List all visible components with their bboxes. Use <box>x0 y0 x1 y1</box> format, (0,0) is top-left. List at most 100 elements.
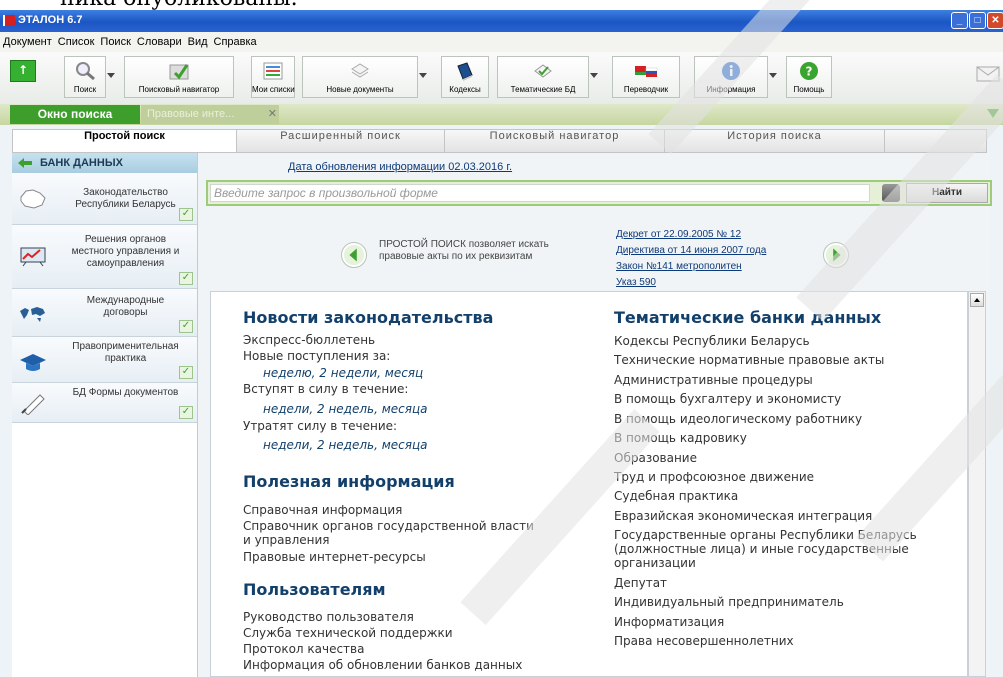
checkbox-checked-icon[interactable]: ✓ <box>179 208 193 221</box>
close-tab-icon[interactable]: ✕ <box>268 105 277 124</box>
example-link[interactable]: Декрет от 22.09.2005 № 12 <box>616 227 766 243</box>
express-bulletin-link[interactable]: Экспресс-бюллетень <box>243 333 375 348</box>
toolbar-translator-label: Переводчик <box>623 85 669 94</box>
app-flag-icon <box>3 15 15 26</box>
thematic-link[interactable]: В помощь идеологическому работнику <box>614 412 944 426</box>
sidebar-item-label: Решения органов местного управления и са… <box>71 234 180 269</box>
toolbar-thematic-db-label: Тематические БД <box>510 85 576 94</box>
checkbox-checked-icon[interactable]: ✓ <box>179 406 193 419</box>
thematic-link[interactable]: В помощь бухгалтеру и экономисту <box>614 392 944 406</box>
checkbox-checked-icon[interactable]: ✓ <box>179 366 193 379</box>
sidebar-item-international[interactable]: Международные договоры ✓ <box>12 289 197 337</box>
toolbar-help-button[interactable]: ? Помощь <box>786 56 832 98</box>
useful-link[interactable]: Справочная информация <box>243 503 402 518</box>
toolbar-search-label: Поиск <box>73 85 97 94</box>
toolbar-info-label: Информация <box>706 85 756 94</box>
menu-list[interactable]: Список <box>55 32 98 48</box>
tab-search-window[interactable]: Окно поиска <box>10 105 140 124</box>
thematic-link[interactable]: Образование <box>614 451 944 465</box>
example-link[interactable]: Закон №141 метрополитен <box>616 259 766 275</box>
tabs-scroll-arrow-icon[interactable] <box>987 109 999 118</box>
prev-example-button[interactable] <box>341 242 367 268</box>
home-content: Новости законодательства Экспресс-бюллет… <box>210 291 968 677</box>
users-link[interactable]: Информация об обновлении банков данных <box>243 658 522 673</box>
chevron-down-icon[interactable] <box>590 73 598 78</box>
scroll-up-arrow-icon[interactable] <box>970 293 984 307</box>
checkbox-checked-icon[interactable]: ✓ <box>179 272 193 285</box>
new-arrivals-label: Новые поступления за: <box>243 349 391 363</box>
toolbar-lists-button[interactable]: Мои списки <box>251 56 295 98</box>
thematic-link[interactable]: В помощь кадровику <box>614 431 944 445</box>
home-up-button[interactable]: ↑ <box>10 60 36 82</box>
useful-link[interactable]: Правовые интернет-ресурсы <box>243 550 426 565</box>
chevron-down-icon[interactable] <box>769 73 777 78</box>
chevron-down-icon[interactable] <box>419 73 427 78</box>
checkbox-checked-icon[interactable]: ✓ <box>179 320 193 333</box>
thematic-db-icon <box>534 64 552 78</box>
find-button[interactable]: Найти <box>906 183 988 203</box>
users-title: Пользователям <box>243 580 386 599</box>
useful-link[interactable]: Справочник органов государственной власт… <box>243 519 543 547</box>
thematic-link[interactable]: Административные процедуры <box>614 373 944 387</box>
thematic-link[interactable]: Депутат <box>614 576 944 590</box>
thematic-link[interactable]: Государственные органы Республики Белару… <box>614 528 944 570</box>
tab-search-history[interactable]: История поиска <box>665 130 885 152</box>
menu-search[interactable]: Поиск <box>97 32 133 48</box>
example-link[interactable]: Директива от 14 июня 2007 года <box>616 243 766 259</box>
maximize-button[interactable]: □ <box>969 12 986 29</box>
users-link[interactable]: Служба технической поддержки <box>243 626 453 641</box>
chevron-down-icon[interactable] <box>107 73 115 78</box>
thematic-link[interactable]: Кодексы Республики Беларусь <box>614 334 944 348</box>
news-title: Новости законодательства <box>243 308 494 327</box>
arrow-left-icon <box>18 158 32 168</box>
sidebar-item-practice[interactable]: Правоприменительная практика ✓ <box>12 337 197 383</box>
clear-broom-icon[interactable] <box>882 184 900 202</box>
lists-icon <box>263 62 283 80</box>
new-arrivals-periods[interactable]: неделю, 2 недели, месяц <box>263 366 423 381</box>
toolbar-codes-button[interactable]: Кодексы <box>441 56 489 98</box>
thematic-link[interactable]: Технические нормативные правовые акты <box>614 353 944 367</box>
toolbar-translator-button[interactable]: Переводчик <box>612 56 680 98</box>
toolbar-thematic-db-button[interactable]: Тематические БД <box>497 56 598 98</box>
thematic-link[interactable]: Судебная практика <box>614 489 944 503</box>
toolbar-navigator-button[interactable]: Поисковый навигатор <box>124 56 234 98</box>
update-date-link[interactable]: Дата обновления информации 02.03.2016 г. <box>288 161 512 173</box>
lose-force-periods[interactable]: недели, 2 недель, месяца <box>263 438 428 453</box>
tab-legal-internet[interactable]: Правовые инте... ✕ <box>141 105 279 124</box>
sidebar-item-local-government[interactable]: Решения органов местного управления и са… <box>12 225 197 289</box>
toolbar-search-button[interactable]: Поиск <box>64 56 115 98</box>
users-link[interactable]: Протокол качества <box>243 642 364 657</box>
tab-search-navigator[interactable]: Поисковый навигатор <box>445 130 665 152</box>
document-fragment: ника опубликованы. <box>60 0 298 10</box>
toolbar-new-docs-button[interactable]: Новые документы <box>302 56 427 98</box>
tab-simple-search[interactable]: Простой поиск <box>13 130 237 152</box>
menu-help[interactable]: Справка <box>211 32 260 48</box>
enter-force-periods[interactable]: недели, 2 недель, месяца <box>263 402 428 417</box>
sidebar-item-forms[interactable]: БД Формы документов ✓ <box>12 383 197 423</box>
menu-document[interactable]: Документ <box>0 32 55 48</box>
thematic-link[interactable]: Индивидуальный предприниматель <box>614 595 944 609</box>
menu-view[interactable]: Вид <box>185 32 211 48</box>
thematic-link[interactable]: Информатизация <box>614 615 944 629</box>
toolbar-info-button[interactable]: Информация <box>694 56 777 98</box>
sidebar-item-legislation[interactable]: Законодательство Республики Беларусь ✓ <box>12 173 197 225</box>
content-scrollbar[interactable] <box>968 291 986 677</box>
search-input[interactable] <box>210 184 870 202</box>
thematic-link[interactable]: Права несовершеннолетних <box>614 634 944 648</box>
thematic-link[interactable]: Труд и профсоюзное движение <box>614 470 944 484</box>
sidebar-header[interactable]: БАНК ДАННЫХ <box>12 153 197 173</box>
close-button[interactable]: ✕ <box>987 12 1003 29</box>
menu-dictionaries[interactable]: Словари <box>134 32 185 48</box>
tab-legal-internet-label: Правовые инте... <box>147 108 235 120</box>
app-window: ЭТАЛОН 6.7 _ □ ✕ Документ Список Поиск Слов… <box>0 10 1003 677</box>
thematic-link[interactable]: Евразийская экономическая интеграция <box>614 509 944 523</box>
sidebar-item-label: Международные договоры <box>86 295 165 318</box>
users-link[interactable]: Руководство пользователя <box>243 610 414 625</box>
example-link[interactable]: Указ 590 <box>616 275 766 291</box>
tab-advanced-search[interactable]: Расширенный поиск <box>237 130 445 152</box>
pen-document-icon <box>21 394 45 415</box>
mail-icon[interactable] <box>975 64 1001 84</box>
next-example-button[interactable] <box>823 242 849 268</box>
minimize-button[interactable]: _ <box>951 12 968 29</box>
sidebar-item-label: Законодательство Республики Беларусь <box>75 187 176 210</box>
